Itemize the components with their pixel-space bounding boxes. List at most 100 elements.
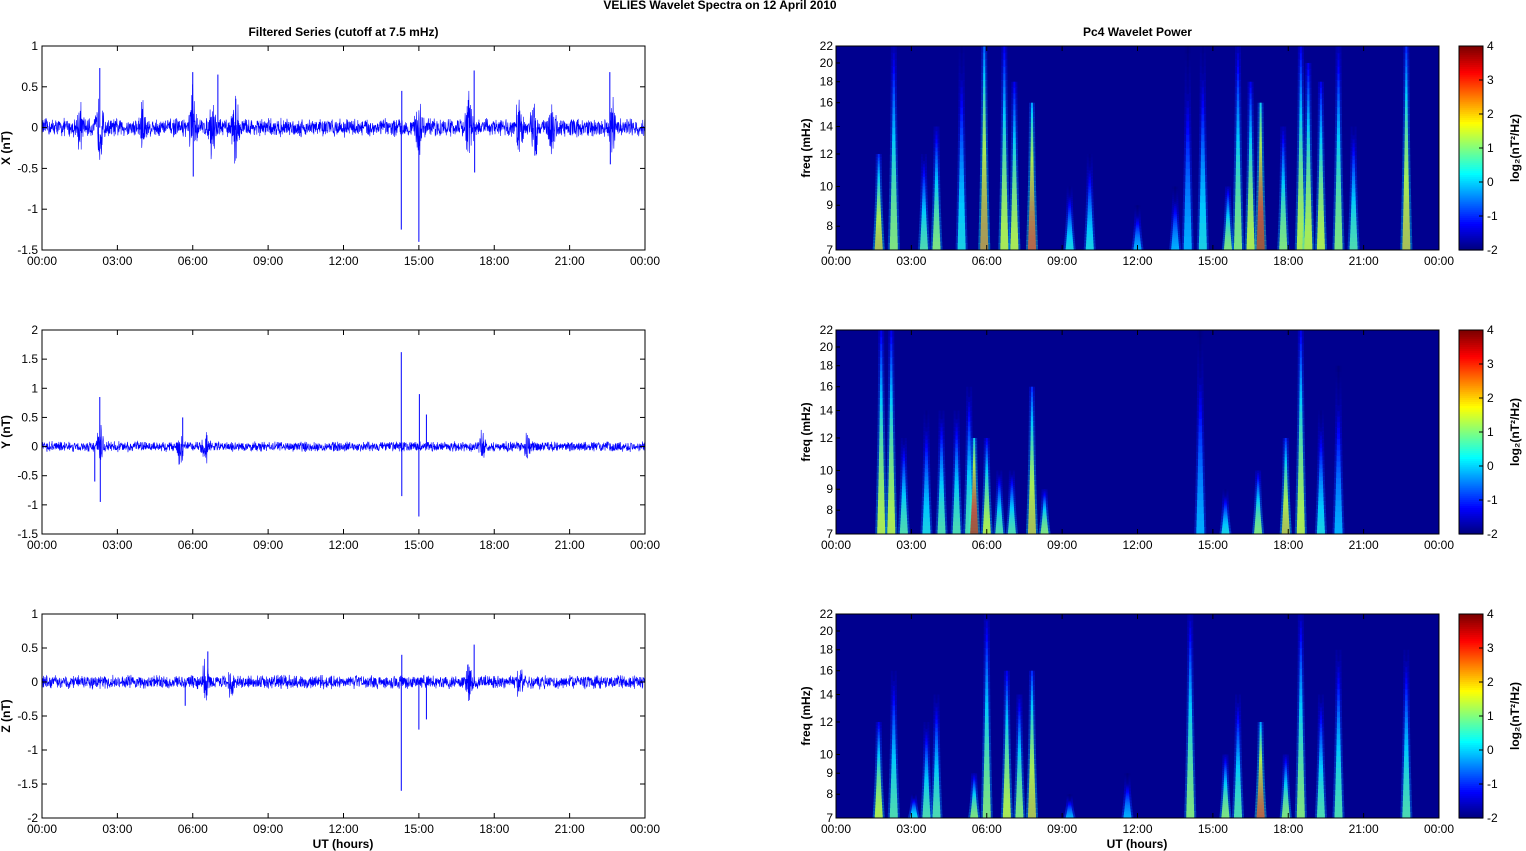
x-tick-label: 15:00 (404, 538, 434, 552)
y-tick-label: -1 (27, 202, 38, 216)
y-tick-label: -0.5 (17, 161, 38, 175)
y-tick-label: 18 (820, 75, 834, 89)
y-tick-label: 20 (820, 56, 834, 70)
y-tick-label: 20 (820, 340, 834, 354)
y-tick-label: 1 (31, 381, 38, 395)
timeseries-panel-y (41, 329, 646, 535)
x-tick-label: 09:00 (253, 538, 283, 552)
x-tick-label: 09:00 (1047, 822, 1077, 836)
colorbar-tick-label: 3 (1487, 641, 1494, 655)
y-tick-label: 0 (31, 440, 38, 454)
y-tick-label: 2 (31, 323, 38, 337)
x-tick-label: 03:00 (896, 254, 926, 268)
x-axis-label: UT (hours) (1107, 837, 1168, 851)
x-tick-label: 00:00 (630, 254, 660, 268)
x-tick-label: 15:00 (1198, 822, 1228, 836)
colorbar-tick-label: -1 (1487, 777, 1498, 791)
x-tick-label: 12:00 (1122, 254, 1152, 268)
y-tick-label: 16 (820, 664, 834, 678)
x-tick-label: 12:00 (1122, 538, 1152, 552)
y-axis-label: freq (mHz) (799, 402, 813, 461)
x-tick-label: 21:00 (1349, 822, 1379, 836)
y-tick-label: 16 (820, 380, 834, 394)
y-tick-label: 18 (820, 643, 834, 657)
x-tick-label: 09:00 (1047, 254, 1077, 268)
y-tick-label: 9 (826, 482, 833, 496)
x-tick-label: 00:00 (821, 538, 851, 552)
x-tick-label: 00:00 (27, 538, 57, 552)
y-tick-label: 22 (820, 323, 834, 337)
y-tick-label: 8 (826, 503, 833, 517)
colorbar-label: log₂(nT²/Hz) (1508, 114, 1522, 182)
y-tick-label: 12 (820, 715, 834, 729)
colorbar-label: log₂(nT²/Hz) (1508, 398, 1522, 466)
colorbar-tick-label: 1 (1487, 425, 1494, 439)
x-tick-label: 06:00 (178, 822, 208, 836)
colorbar-tick-label: 2 (1487, 391, 1494, 405)
x-tick-label: 15:00 (1198, 254, 1228, 268)
x-tick-label: 03:00 (102, 538, 132, 552)
figure-title: VELIES Wavelet Spectra on 12 April 2010 (603, 0, 837, 12)
colorbar-tick-label: 1 (1487, 709, 1494, 723)
x-tick-label: 06:00 (972, 822, 1002, 836)
y-tick-label: -0.5 (17, 469, 38, 483)
colorbar-tick-label: 2 (1487, 107, 1494, 121)
x-tick-label: 03:00 (896, 538, 926, 552)
x-tick-label: 06:00 (178, 538, 208, 552)
x-tick-label: 12:00 (328, 254, 358, 268)
colorbar-tick-label: 3 (1487, 73, 1494, 87)
x-tick-label: 15:00 (1198, 538, 1228, 552)
x-tick-label: 12:00 (1122, 822, 1152, 836)
colorbar-tick-label: 0 (1487, 743, 1494, 757)
y-tick-label: 0.5 (21, 641, 38, 655)
x-tick-label: 00:00 (630, 822, 660, 836)
timeseries-panel-x (41, 45, 646, 251)
y-tick-label: 10 (820, 463, 834, 477)
colorbar-tick-label: 3 (1487, 357, 1494, 371)
y-tick-label: -0.5 (17, 709, 38, 723)
wavelet-panel-2 (835, 329, 1440, 535)
colorbar-tick-label: 1 (1487, 141, 1494, 155)
y-tick-label: -1.5 (17, 777, 38, 791)
x-tick-label: 18:00 (479, 822, 509, 836)
y-tick-label: 20 (820, 624, 834, 638)
y-tick-label: 10 (820, 179, 834, 193)
y-tick-label: 8 (826, 787, 833, 801)
x-tick-label: 03:00 (102, 822, 132, 836)
y-tick-label: 18 (820, 359, 834, 373)
x-tick-label: 21:00 (555, 538, 585, 552)
x-tick-label: 09:00 (1047, 538, 1077, 552)
colorbar-tick-label: 4 (1487, 39, 1494, 53)
y-axis-label: Y (nT) (0, 415, 13, 449)
x-tick-label: 00:00 (821, 254, 851, 268)
x-tick-label: 21:00 (555, 254, 585, 268)
x-tick-label: 00:00 (27, 254, 57, 268)
x-tick-label: 21:00 (1349, 538, 1379, 552)
y-axis-label: freq (mHz) (799, 686, 813, 745)
colorbar-tick-label: -1 (1487, 209, 1498, 223)
x-tick-label: 18:00 (1273, 538, 1303, 552)
x-tick-label: 18:00 (479, 538, 509, 552)
x-tick-label: 00:00 (630, 538, 660, 552)
y-tick-label: -1 (27, 498, 38, 512)
x-tick-label: 21:00 (1349, 254, 1379, 268)
y-tick-label: 22 (820, 607, 834, 621)
x-tick-label: 21:00 (555, 822, 585, 836)
x-tick-label: 18:00 (479, 254, 509, 268)
x-tick-label: 00:00 (821, 822, 851, 836)
x-tick-label: 03:00 (896, 822, 926, 836)
x-tick-label: 18:00 (1273, 822, 1303, 836)
y-tick-label: 9 (826, 198, 833, 212)
y-tick-label: 1 (31, 39, 38, 53)
x-tick-label: 03:00 (102, 254, 132, 268)
y-tick-label: 14 (820, 120, 834, 134)
colorbar-tick-label: 4 (1487, 323, 1494, 337)
y-tick-label: 0.5 (21, 80, 38, 94)
y-tick-label: 0 (31, 675, 38, 689)
panel-title: Filtered Series (cutoff at 7.5 mHz) (248, 25, 438, 39)
y-tick-label: 12 (820, 431, 834, 445)
x-tick-label: 12:00 (328, 822, 358, 836)
y-tick-label: 1 (31, 607, 38, 621)
x-tick-label: 06:00 (178, 254, 208, 268)
x-tick-label: 00:00 (1424, 538, 1454, 552)
